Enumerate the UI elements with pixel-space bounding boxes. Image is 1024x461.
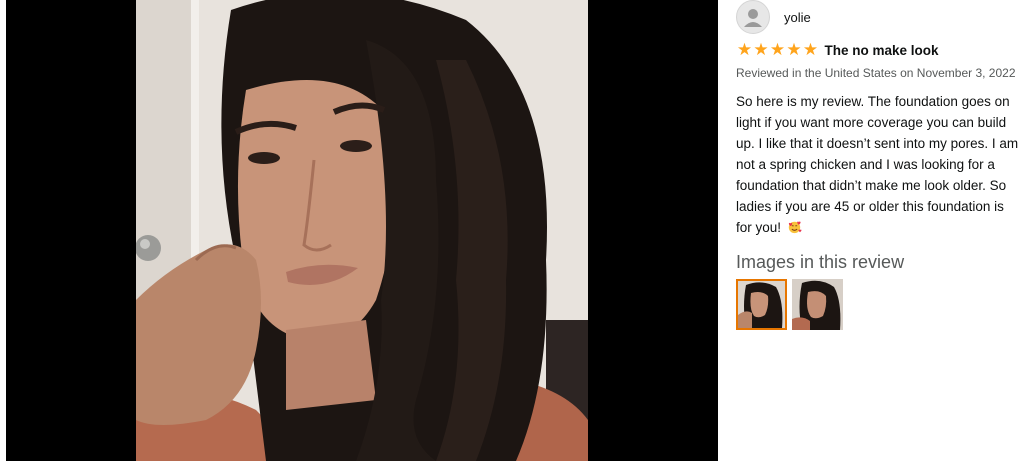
star-icon: ★ [769, 40, 786, 59]
user-icon [744, 9, 762, 27]
images-heading: Images in this review [736, 252, 905, 272]
thumbnail-image [738, 281, 785, 328]
review-date: Reviewed in the United States on Novembe… [736, 66, 1016, 80]
thumbnail-selected[interactable] [736, 279, 787, 330]
image-viewer [6, 0, 718, 461]
image-thumbnails [736, 279, 1024, 330]
thumbnail[interactable] [792, 279, 843, 330]
star-rating[interactable]: ★ ★ ★ ★ ★ [736, 40, 819, 59]
review-author[interactable]: yolie [736, 0, 1024, 34]
review-title[interactable]: The no make look [825, 43, 939, 58]
thumbnail-image [792, 279, 843, 330]
smiling-face-with-hearts-icon [788, 221, 802, 234]
avatar [736, 0, 770, 34]
review-body: So here is my review. The foundation goe… [736, 91, 1022, 238]
review-photo-illustration [136, 0, 588, 461]
rating-row: ★ ★ ★ ★ ★ The no make look [736, 41, 1024, 59]
star-icon: ★ [786, 40, 802, 59]
star-icon: ★ [802, 40, 819, 59]
star-icon: ★ [753, 40, 769, 59]
review-photo[interactable] [136, 0, 588, 461]
author-name[interactable]: yolie [784, 10, 811, 25]
review-panel: yolie ★ ★ ★ ★ ★ The no make look Reviewe… [718, 0, 1024, 461]
star-icon: ★ [736, 40, 753, 59]
review-text: So here is my review. The foundation goe… [736, 94, 1019, 235]
